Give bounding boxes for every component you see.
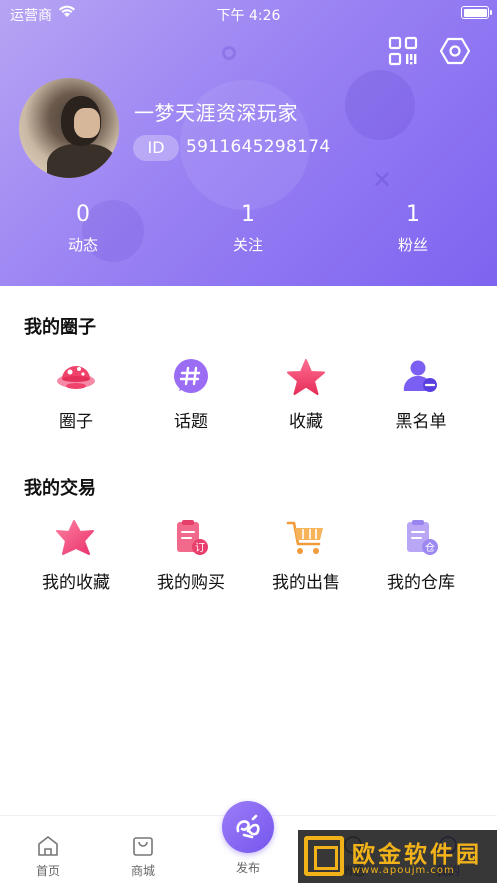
grid-item-label: 话题 [174,412,208,432]
tab-label: 商城 [130,864,155,878]
watermark-logo [304,836,344,876]
svg-text:仓: 仓 [425,541,435,554]
grid-item-my-purchases[interactable]: 订 我的购买 [136,518,246,593]
cart-icon [286,521,323,554]
tab-shop[interactable]: 商城 [108,834,178,879]
home-icon [38,836,58,856]
grid-item-my-sales[interactable]: 我的出售 [251,518,361,593]
tab-label: 首页 [35,864,60,878]
publish-icon [236,814,260,839]
planet-icon [57,366,95,389]
star-icon [56,520,94,555]
publish-button[interactable] [222,801,274,853]
username: 一梦天涯资深玩家 [134,101,298,125]
grid-item-label: 我的购买 [157,573,225,593]
grid-item-favorites[interactable]: 收藏 [251,357,361,432]
grid-item-my-favorites[interactable]: 我的收藏 [21,518,131,593]
grid-item-circles[interactable]: 圈子 [21,357,131,432]
stat-value: 0 [76,202,90,227]
qr-code-icon[interactable] [388,36,418,66]
stat-value: 1 [406,202,420,227]
watermark: 欧金软件园 www.apoujm.com [298,830,497,883]
svg-text:订: 订 [195,542,205,554]
stat-label: 动态 [67,236,98,254]
grid-item-label: 收藏 [289,412,323,432]
decor-cross: ✕ [372,166,393,194]
star-icon [287,359,325,395]
decor-ring [222,46,236,60]
tab-home[interactable]: 首页 [13,834,83,879]
warehouse-icon: 仓 [407,520,438,555]
settings-icon[interactable] [440,36,470,66]
order-icon: 订 [177,520,208,555]
grid-item-label: 黑名单 [395,412,447,432]
status-bar: 运营商 下午 4:26 [0,0,497,26]
watermark-url: www.apoujm.com [352,865,455,876]
user-id: 5911645298174 [186,137,331,157]
battery-icon [461,6,492,19]
grid-item-blacklist[interactable]: 黑名单 [366,357,476,432]
stat-label: 粉丝 [397,236,428,254]
grid-item-label: 我的出售 [272,573,340,593]
section-title-circles: 我的圈子 [24,317,96,338]
grid-item-my-warehouse[interactable]: 仓 我的仓库 [366,518,476,593]
decor-circle [345,70,415,140]
id-badge: ID [133,135,179,161]
shop-bag-icon [133,837,153,856]
stat-followers[interactable]: 1 粉丝 [353,202,473,255]
publish-label: 发布 [235,861,260,875]
user-block-icon [403,360,437,392]
grid-item-topics[interactable]: 话题 [136,357,246,432]
stat-label: 关注 [232,236,263,254]
stat-posts[interactable]: 0 动态 [23,202,143,255]
clock: 下午 4:26 [216,8,281,24]
stat-value: 1 [241,202,255,227]
grid-item-label: 我的收藏 [42,573,110,593]
stat-following[interactable]: 1 关注 [188,202,308,255]
hashtag-icon [174,359,208,393]
avatar[interactable] [19,78,119,178]
watermark-text: 欧金软件园 [352,842,482,868]
grid-item-label: 圈子 [59,412,93,432]
section-title-trades: 我的交易 [24,478,96,499]
grid-item-label: 我的仓库 [387,573,455,593]
